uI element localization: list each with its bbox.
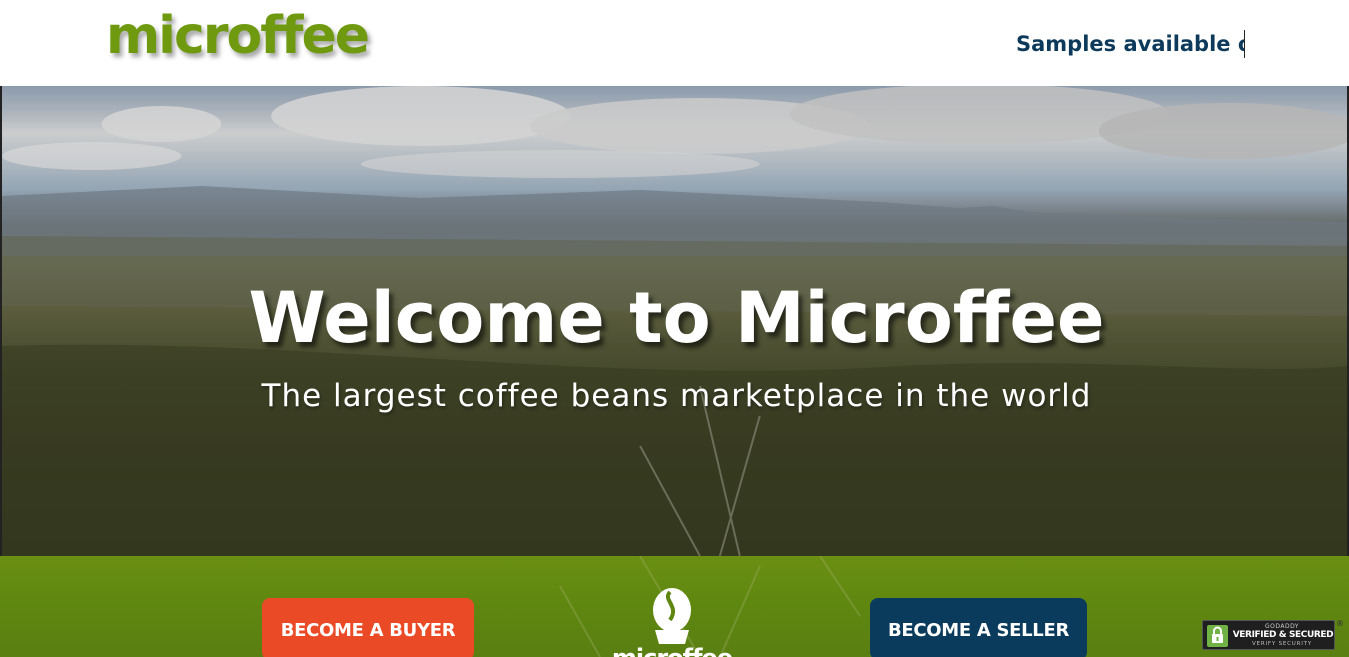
become-buyer-button[interactable]: BECOME A BUYER <box>262 598 474 657</box>
seal-sub-text: VERIFY SECURITY <box>1252 641 1312 647</box>
seal-brand: GODADDY <box>1264 623 1300 630</box>
coffee-cup-icon <box>653 588 691 644</box>
hero-video-banner: Welcome to Microffee The largest coffee … <box>0 86 1349 556</box>
cta-band: BECOME A BUYER microffee BECOME A SELLER <box>0 556 1349 657</box>
godaddy-security-seal[interactable]: GODADDY VERIFIED & SECURED VERIFY SECURI… <box>1202 620 1335 650</box>
seal-main-text: VERIFIED & SECURED <box>1232 630 1334 640</box>
center-logo-text: microffee <box>610 644 734 657</box>
become-seller-button[interactable]: BECOME A SELLER <box>870 598 1087 657</box>
lock-icon <box>1207 625 1228 647</box>
announcement-ticker: Samples available o <box>1016 30 1245 58</box>
site-logo[interactable]: microffee <box>106 4 370 68</box>
hero-subtitle: The largest coffee beans marketplace in … <box>261 378 1092 414</box>
site-header: microffee Samples available o <box>0 0 1349 86</box>
registered-mark: ® <box>1336 619 1344 628</box>
hero-title: Welcome to Microffee <box>248 277 1105 359</box>
center-logo: microffee <box>610 586 734 657</box>
